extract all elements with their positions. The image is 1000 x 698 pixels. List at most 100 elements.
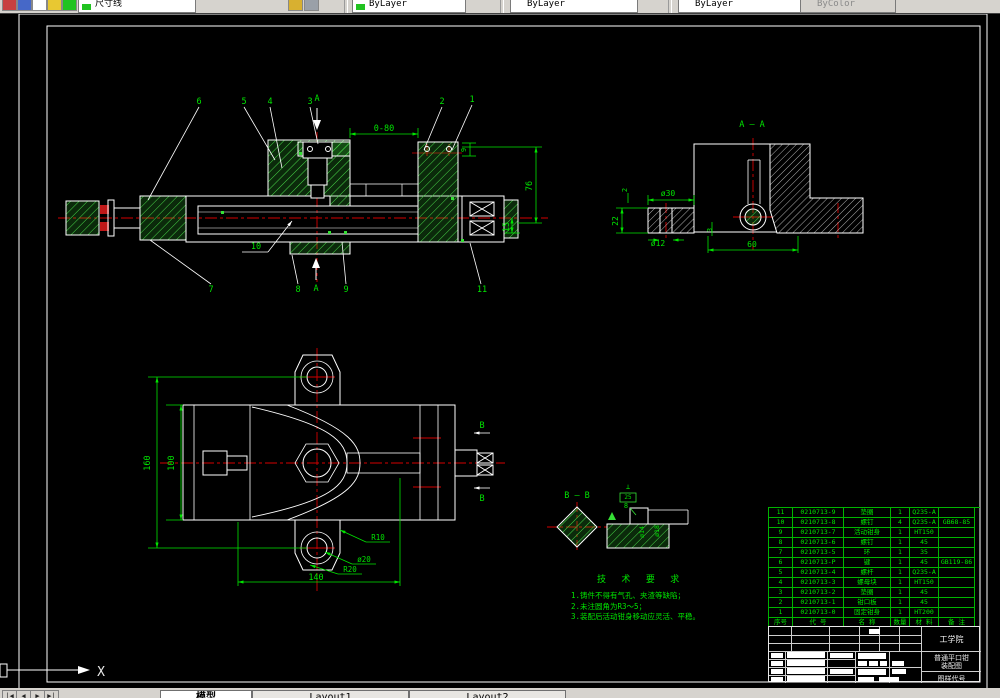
bom-cell: 5 <box>769 568 793 578</box>
annotation-text: 7 <box>208 285 213 295</box>
bom-cell: 35 <box>910 548 939 558</box>
annotation-text: ø20 <box>357 555 371 564</box>
bom-cell: 螺母块 <box>844 578 891 588</box>
tech-req-item: 1.铸件不得有气孔、夹渣等缺陷； <box>571 591 686 600</box>
bom-cell: 环 <box>844 548 891 558</box>
bom-cell: 10 <box>769 518 793 528</box>
bom-cell: 4 <box>891 518 910 528</box>
bom-cell: 垫圈 <box>844 508 891 518</box>
bom-row: 8 0210713-6 螺钉 1 45 <box>769 538 980 548</box>
annotation-text: 1 <box>469 95 474 105</box>
annotation-text: X <box>97 665 105 680</box>
layer-dropdown[interactable]: 尺寸线 <box>78 0 196 13</box>
bom-cell: 螺杆 <box>844 568 891 578</box>
bom-row: 9 0210713-7 活动钳身 1 HT150 <box>769 528 980 538</box>
color-dropdown[interactable]: ByLayer <box>352 0 466 13</box>
annotation-text: R10 <box>371 533 385 542</box>
tab-layout2[interactable]: Layout2 <box>409 690 566 698</box>
bom-row: 11 0210713-9 垫圈 1 Q235-A <box>769 508 980 518</box>
annotation-text: B — B <box>564 491 590 501</box>
bom-cell: 螺钉 <box>844 538 891 548</box>
bom-cell: 0210713-0 <box>793 608 844 618</box>
annotation-text: 15 <box>502 222 512 232</box>
drawing-code-label: 图样代号 <box>937 675 966 683</box>
tab-layout1[interactable]: Layout1 <box>252 690 409 698</box>
annotation-text: 160 <box>143 455 153 470</box>
tab-nav-last-button[interactable]: ▶| <box>44 690 59 698</box>
annotation-text: 3 <box>307 97 312 107</box>
bom-row: 7 0210713-5 环 1 35 <box>769 548 980 558</box>
ucs-icon <box>0 663 90 678</box>
bom-cell: 45 <box>910 558 939 568</box>
annotation-text: 140 <box>308 573 323 583</box>
plan-view <box>148 348 505 592</box>
annotation-text: B <box>479 421 484 431</box>
plotstyle-dropdown: ByColor <box>800 0 896 13</box>
bom-cell: 0210713-1 <box>793 598 844 608</box>
bom-cell: 1 <box>891 558 910 568</box>
layer-swatch <box>82 4 91 10</box>
make-layer-icon[interactable] <box>288 0 303 11</box>
bom-cell: 活动钳身 <box>844 528 891 538</box>
bom-cell: 0210713-6 <box>793 538 844 548</box>
annotation-text: ø30 <box>661 189 676 198</box>
bom-row: 10 0210713-8 螺钉 4 Q235-A GB68-85 <box>769 518 980 528</box>
bom-cell: 1 <box>891 578 910 588</box>
bom-cell: 6 <box>769 558 793 568</box>
bom-cell: 11 <box>769 508 793 518</box>
annotation-text: ⊥ <box>626 483 630 491</box>
bom-cell: 0210713-P <box>793 558 844 568</box>
layer-previous-icon[interactable] <box>304 0 319 11</box>
bom-row: 6 0210713-P 键 1 45 GB119-86 <box>769 558 980 568</box>
annotation-text: 6 <box>196 97 201 107</box>
annotation-text: B <box>479 494 484 504</box>
toolbar-icon[interactable] <box>2 0 17 11</box>
bom-cell <box>939 608 975 618</box>
drawing-title-line2: 装配图 <box>941 662 962 670</box>
bom-cell: HT200 <box>910 608 939 618</box>
bom-cell <box>939 548 975 558</box>
tab-nav-next-button[interactable]: ▶ <box>30 690 45 698</box>
bom-cell: 1 <box>891 528 910 538</box>
bom-cell: 1 <box>891 568 910 578</box>
annotation-text: 4 <box>267 97 272 107</box>
bom-cell: 钳口板 <box>844 598 891 608</box>
bom-cell: 1 <box>891 598 910 608</box>
tech-req-title: 技 术 要 求 <box>597 575 685 585</box>
annotation-text: ø14 <box>638 526 646 538</box>
bom-cell: 固定钳身 <box>844 608 891 618</box>
toolbar-icon[interactable] <box>17 0 32 11</box>
bom-cell: 3 <box>769 588 793 598</box>
annotation-text: ø12 <box>651 239 666 248</box>
bom-cell <box>939 508 975 518</box>
bom-cell: GB68-85 <box>939 518 975 528</box>
annotation-text: 8 <box>295 285 300 295</box>
lineweight-dropdown[interactable]: ByLayer <box>678 0 801 13</box>
bom-cell: 键 <box>844 558 891 568</box>
section-aa-view <box>616 138 864 253</box>
object-properties-toolbar: 尺寸线 ByLayer ByLayer ByLayer ByColor <box>0 0 1000 14</box>
section-bb-view <box>547 502 607 553</box>
linetype-dropdown[interactable]: ByLayer <box>510 0 638 13</box>
tab-nav-first-button[interactable]: |◀ <box>2 690 17 698</box>
annotation-text: A — A <box>739 120 765 130</box>
annotation-text: 76 <box>525 181 535 191</box>
bom-cell: 0210713-7 <box>793 528 844 538</box>
bom-cell: 45 <box>910 538 939 548</box>
front-section-view <box>58 104 548 285</box>
tab-model[interactable]: 模型 <box>160 690 252 698</box>
bom-cell <box>939 568 975 578</box>
bom-cell: 1 <box>891 588 910 598</box>
bom-cell: HT150 <box>910 528 939 538</box>
tab-nav-prev-button[interactable]: ◀ <box>16 690 31 698</box>
annotation-text: 2 <box>621 188 629 192</box>
annotation-text: 25 <box>624 494 632 501</box>
sun-icon[interactable] <box>47 0 62 11</box>
tech-req-item: 2.未注圆角为R3～5； <box>571 601 647 611</box>
bom-cell: 0210713-2 <box>793 588 844 598</box>
layer-checkbox-icon[interactable] <box>32 0 47 11</box>
bom-cell: Q235-A <box>910 508 939 518</box>
bom-row: 1 0210713-0 固定钳身 1 HT200 <box>769 608 980 618</box>
bom-row: 2 0210713-1 钳口板 1 45 <box>769 598 980 608</box>
annotation-text: 9 <box>343 285 348 295</box>
